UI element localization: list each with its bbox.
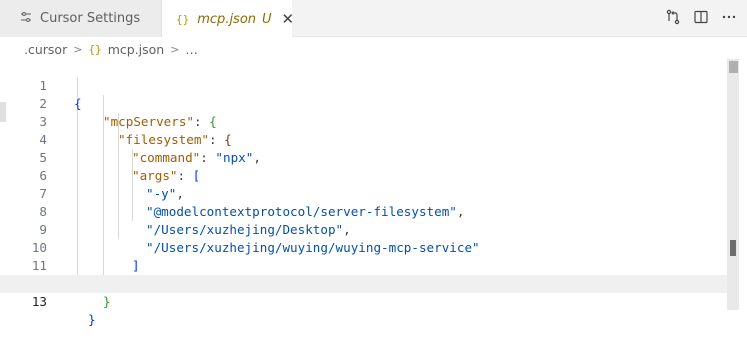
code-line: 3 "filesystem": { [0,95,727,147]
chevron-right-icon: > [73,42,83,56]
code-line: 5 "args": [ [0,131,727,183]
untracked-status-badge: U [262,11,272,27]
code-line: 6 "-y", [0,149,727,201]
compare-changes-icon[interactable] [665,9,681,25]
scrollbar-thumb[interactable] [729,61,738,73]
breadcrumb: .cursor > {} mcp.json > … [0,38,747,60]
more-actions-icon[interactable] [721,9,737,25]
breadcrumb-file[interactable]: mcp.json [108,42,165,57]
cursor-position-marker [730,240,736,256]
code-line: 12 } [0,257,727,309]
vertical-scrollbar[interactable] [727,59,739,310]
tab-label: mcp.json [197,11,257,27]
tab-bar: Cursor Settings {} mcp.json U ✕ [0,0,747,38]
settings-sliders-icon [20,11,32,26]
code-line: 4 "command": "npx", [0,113,727,165]
split-editor-icon[interactable] [693,9,709,25]
breadcrumb-symbol[interactable]: … [185,42,198,57]
code-line: 1 { [0,59,727,111]
editor-actions [665,9,737,25]
chevron-right-icon: > [170,42,180,56]
json-braces-icon: {} [176,12,190,26]
code-line: 9 "/Users/xuzhejing/wuying/wuying-mcp-se… [0,203,727,255]
breadcrumb-folder[interactable]: .cursor [24,42,67,57]
tab-cursor-settings[interactable]: Cursor Settings [0,0,162,37]
code-line: 8 "/Users/xuzhejing/Desktop", [0,185,727,237]
close-icon[interactable]: ✕ [282,10,295,28]
code-line: 11 } [0,239,727,291]
tab-mcp-json[interactable]: {} mcp.json U ✕ [162,0,295,38]
code-line: 10 ] [0,221,727,273]
tab-label: Cursor Settings [40,11,141,26]
json-braces-icon: {} [88,42,102,56]
code-editor[interactable]: 1 { 2 "mcpServers": { 3 "filesystem": { … [0,59,747,327]
current-line: 13 } [0,275,727,327]
line-number: 13 [31,294,47,309]
code-line: 7 "@modelcontextprotocol/server-filesyst… [0,167,727,219]
code-line: 2 "mcpServers": { [0,77,727,129]
